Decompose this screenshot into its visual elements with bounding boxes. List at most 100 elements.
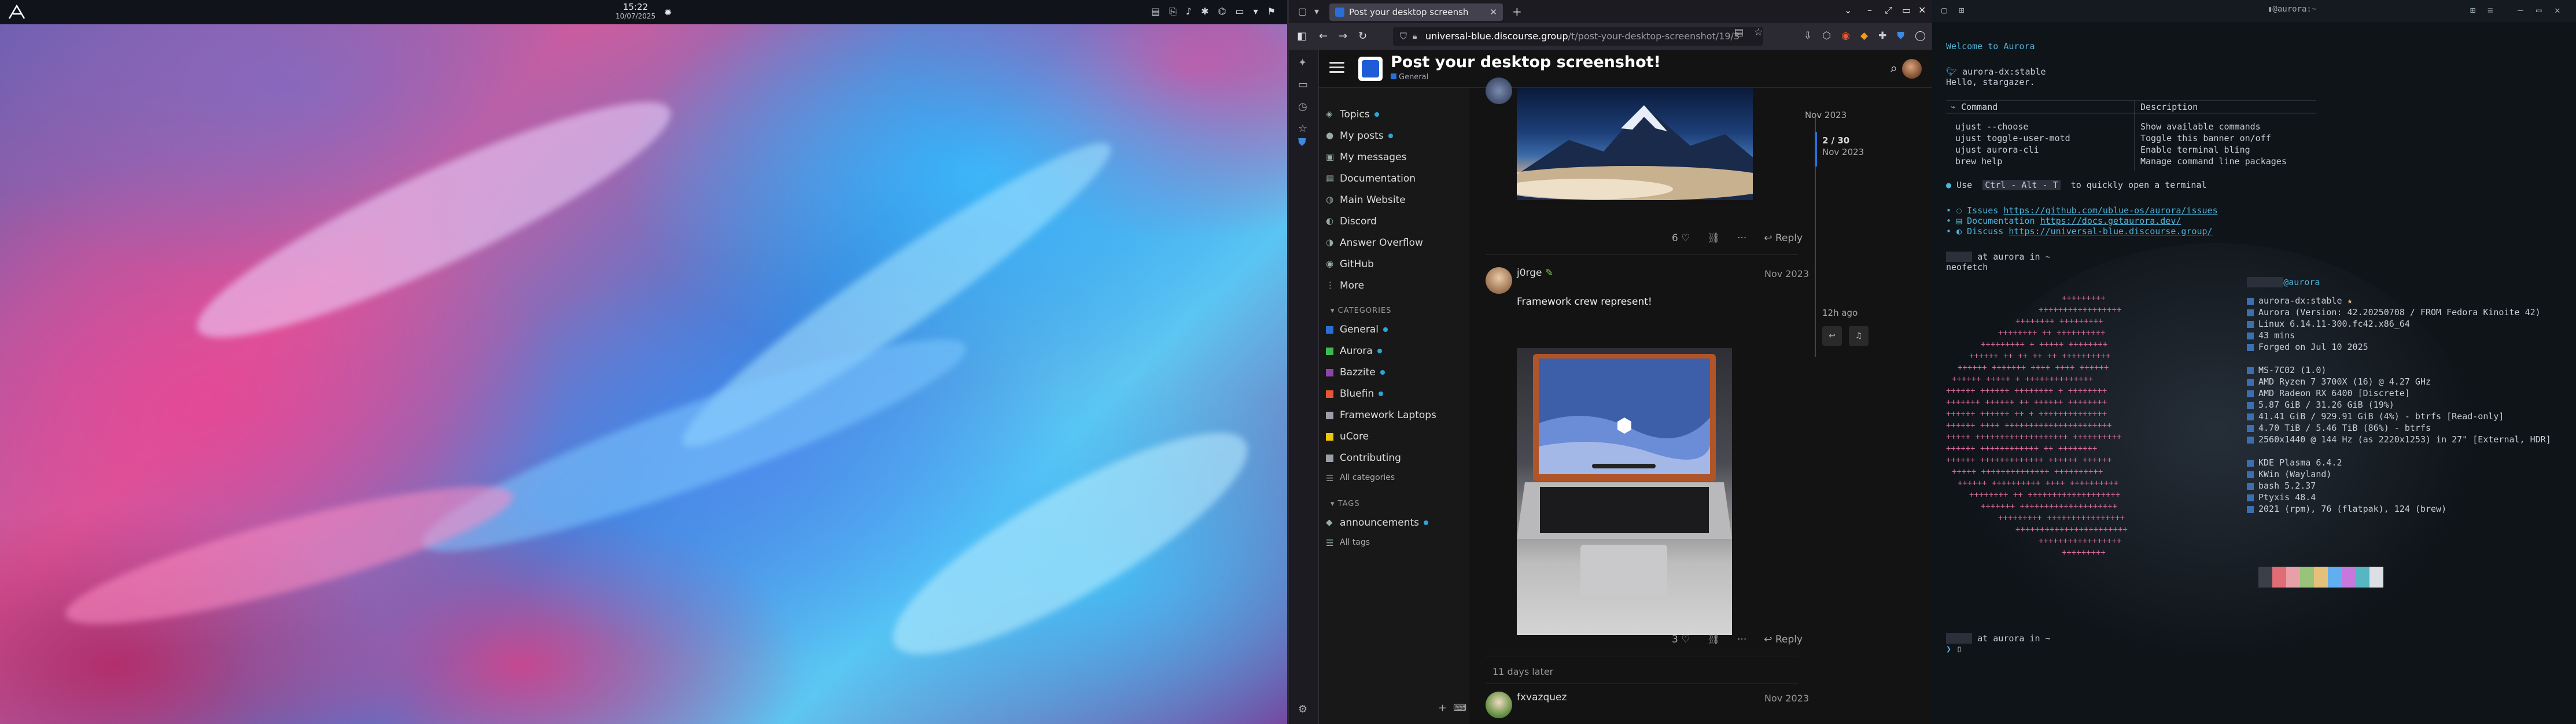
new-tab-icon[interactable]: + xyxy=(1512,5,1522,19)
reader-view-icon[interactable]: ▤ xyxy=(1734,27,1744,38)
sidebar-category-framework-laptops[interactable]: Framework Laptops xyxy=(1326,409,1436,421)
tab-menu-icon[interactable]: ⌄ xyxy=(1844,5,1852,16)
clock[interactable]: 15:22 10/07/2025 xyxy=(616,2,655,21)
post-avatar[interactable] xyxy=(1486,77,1512,104)
extension-blue-icon[interactable]: ⛊ xyxy=(1897,30,1904,42)
topic-category[interactable]: General xyxy=(1391,73,1428,82)
tab-overview-icon[interactable]: ▢ xyxy=(1298,6,1307,17)
categories-section-header[interactable]: ▾ CATEGORIES xyxy=(1331,306,1391,315)
tab-menu-icon[interactable]: ⊞ xyxy=(1959,5,1965,16)
sidebar-category-ucore[interactable]: uCore xyxy=(1326,431,1369,442)
reply-button[interactable]: ↩ Reply xyxy=(1764,232,1803,244)
extension-red-icon[interactable]: ◉ xyxy=(1841,30,1850,42)
restore-icon[interactable]: ▭ xyxy=(1902,5,1911,16)
tracking-shield-icon[interactable]: ⛉ xyxy=(1400,27,1407,46)
issues-link[interactable]: • ◌ Issues https://github.com/ublue-os/a… xyxy=(1946,205,2218,216)
bookmark-star-icon[interactable]: ☆ xyxy=(1754,27,1763,38)
maximize-icon[interactable]: ▭ xyxy=(2536,5,2542,16)
post-date[interactable]: Nov 2023 xyxy=(1764,268,1809,279)
grid-icon[interactable]: ⊞ xyxy=(2470,5,2476,16)
share-link-icon[interactable]: ⛓ xyxy=(1707,232,1720,244)
hamburger-menu-icon[interactable] xyxy=(1329,59,1344,76)
sidebar-category-contributing[interactable]: Contributing xyxy=(1326,452,1401,464)
back-icon[interactable]: ← xyxy=(1319,30,1328,42)
discuss-link[interactable]: • ◐ Discuss https://universal-blue.disco… xyxy=(1946,226,2213,237)
aurora-logo-icon[interactable] xyxy=(8,5,25,20)
sidebar-tag-announcements[interactable]: ◆ announcements xyxy=(1326,517,1429,529)
post-avatar-j0rge[interactable] xyxy=(1486,267,1512,294)
user-avatar[interactable] xyxy=(1902,59,1922,79)
tabs-icon[interactable]: ▭ xyxy=(1298,79,1308,91)
topic-title[interactable]: Post your desktop screenshot! xyxy=(1391,53,1661,71)
sidebar-settings-icon[interactable]: ⚙ xyxy=(1298,703,1307,715)
menu-icon[interactable]: ▤ xyxy=(1151,6,1160,17)
bookmarks-icon[interactable]: ☆ xyxy=(1298,123,1307,135)
bluetooth-icon[interactable]: ✱ xyxy=(1201,6,1208,17)
post-image-laptop[interactable] xyxy=(1517,348,1732,635)
keyboard-icon[interactable]: ⌨ xyxy=(1453,702,1466,713)
timeline-end-date[interactable]: 12h ago xyxy=(1822,308,1858,318)
reload-icon[interactable]: ↻ xyxy=(1358,30,1367,42)
close-tab-icon[interactable]: ✕ xyxy=(1490,3,1497,21)
more-actions-icon[interactable]: ··· xyxy=(1737,634,1746,645)
notification-bell-icon[interactable]: ♫ xyxy=(1849,326,1869,346)
downloads-icon[interactable]: ⇩ xyxy=(1804,30,1812,42)
timeline-reply-icon[interactable]: ↩ xyxy=(1822,326,1842,346)
bitwarden-icon[interactable]: ⛊ xyxy=(1298,136,1306,149)
extension-orange-icon[interactable]: ◆ xyxy=(1860,30,1868,42)
reply-button[interactable]: ↩ Reply xyxy=(1764,634,1803,645)
close-window-icon[interactable]: ✕ xyxy=(1918,5,1926,16)
timeline-start-date[interactable]: Nov 2023 xyxy=(1805,110,1847,120)
post-avatar-fxvazquez[interactable] xyxy=(1486,692,1512,718)
post-date[interactable]: Nov 2023 xyxy=(1764,693,1809,704)
network-icon[interactable]: ⌬ xyxy=(1218,6,1226,17)
sidebar-toggle-icon[interactable]: ◧ xyxy=(1297,30,1307,42)
more-actions-icon[interactable]: ··· xyxy=(1737,232,1746,244)
new-tab-icon[interactable]: ▢ xyxy=(1941,5,1947,16)
terminal-cursor[interactable]: ❯ ▯ xyxy=(1946,643,1962,655)
flag-icon[interactable]: ⚑ xyxy=(1267,6,1276,17)
documentation-link[interactable]: • ▤ Documentation https://docs.getaurora… xyxy=(1946,215,2181,227)
sidebar-item-documentation[interactable]: ▤ Documentation xyxy=(1326,173,1416,184)
sidebar-item-my-posts[interactable]: ● My posts xyxy=(1326,130,1393,142)
extension-icon[interactable]: ⬡ xyxy=(1822,30,1831,42)
sidebar-item-answer-overflow[interactable]: ◑ Answer Overflow xyxy=(1326,237,1423,249)
clipboard-icon[interactable]: ⎘ xyxy=(1169,6,1177,17)
puzzle-icon[interactable]: ✚ xyxy=(1878,30,1886,42)
url-bar[interactable]: ⛉ 🔒︎ universal-blue.discourse.group/t/po… xyxy=(1393,27,1763,46)
sidebar-item-main-website[interactable]: ◍ Main Website xyxy=(1326,194,1406,206)
sidebar-item-topics[interactable]: ◈ Topics xyxy=(1326,109,1379,120)
post-username[interactable]: fxvazquez xyxy=(1517,692,1567,703)
profile-icon[interactable]: ◯ xyxy=(1915,30,1926,42)
like-button[interactable]: 3 ♡ xyxy=(1672,634,1690,645)
share-link-icon[interactable]: ⛓ xyxy=(1707,634,1720,645)
sidebar-category-bazzite[interactable]: Bazzite xyxy=(1326,367,1385,378)
sidebar-all-tags[interactable]: ☰ All tags xyxy=(1326,538,1370,548)
forward-icon[interactable]: → xyxy=(1339,30,1347,42)
history-icon[interactable]: ◷ xyxy=(1298,101,1307,113)
volume-icon[interactable]: ♪ xyxy=(1186,6,1192,17)
tab-active[interactable]: Post your desktop screensh ✕ xyxy=(1329,3,1503,21)
universal-blue-logo[interactable] xyxy=(1358,57,1383,81)
sidebar-item-github[interactable]: ◉ GitHub xyxy=(1326,258,1374,270)
sidebar-category-aurora[interactable]: Aurora xyxy=(1326,345,1382,357)
lock-icon[interactable]: 🔒︎ xyxy=(1413,27,1417,46)
display-icon[interactable]: ▭ xyxy=(1236,6,1244,17)
sidebar-item-my-messages[interactable]: ▣ My messages xyxy=(1326,152,1406,163)
sidebar-item-discord[interactable]: ◐ Discord xyxy=(1326,216,1377,227)
weather-icon[interactable]: ✹ xyxy=(664,7,672,18)
post-image-mountains[interactable] xyxy=(1517,88,1753,200)
like-button[interactable]: 6 ♡ xyxy=(1672,232,1690,244)
tags-section-header[interactable]: ▾ TAGS xyxy=(1331,500,1360,508)
tab-list-icon[interactable]: ▾ xyxy=(1314,6,1319,17)
sidebar-all-categories[interactable]: ☰ All categories xyxy=(1326,473,1395,483)
sidebar-category-general[interactable]: General xyxy=(1326,324,1388,335)
terminal-menu-icon[interactable]: ≡ xyxy=(2487,5,2493,16)
add-section-icon[interactable]: + xyxy=(1438,702,1447,714)
minimize-icon[interactable]: – xyxy=(2518,5,2523,16)
close-window-icon[interactable]: ✕ xyxy=(2555,5,2560,16)
chevron-down-icon[interactable]: ▾ xyxy=(1254,6,1258,17)
sidebar-category-bluefin[interactable]: Bluefin xyxy=(1326,388,1384,400)
search-icon[interactable]: ⌕ xyxy=(1890,61,1897,76)
timeline-handle[interactable] xyxy=(1815,132,1817,167)
